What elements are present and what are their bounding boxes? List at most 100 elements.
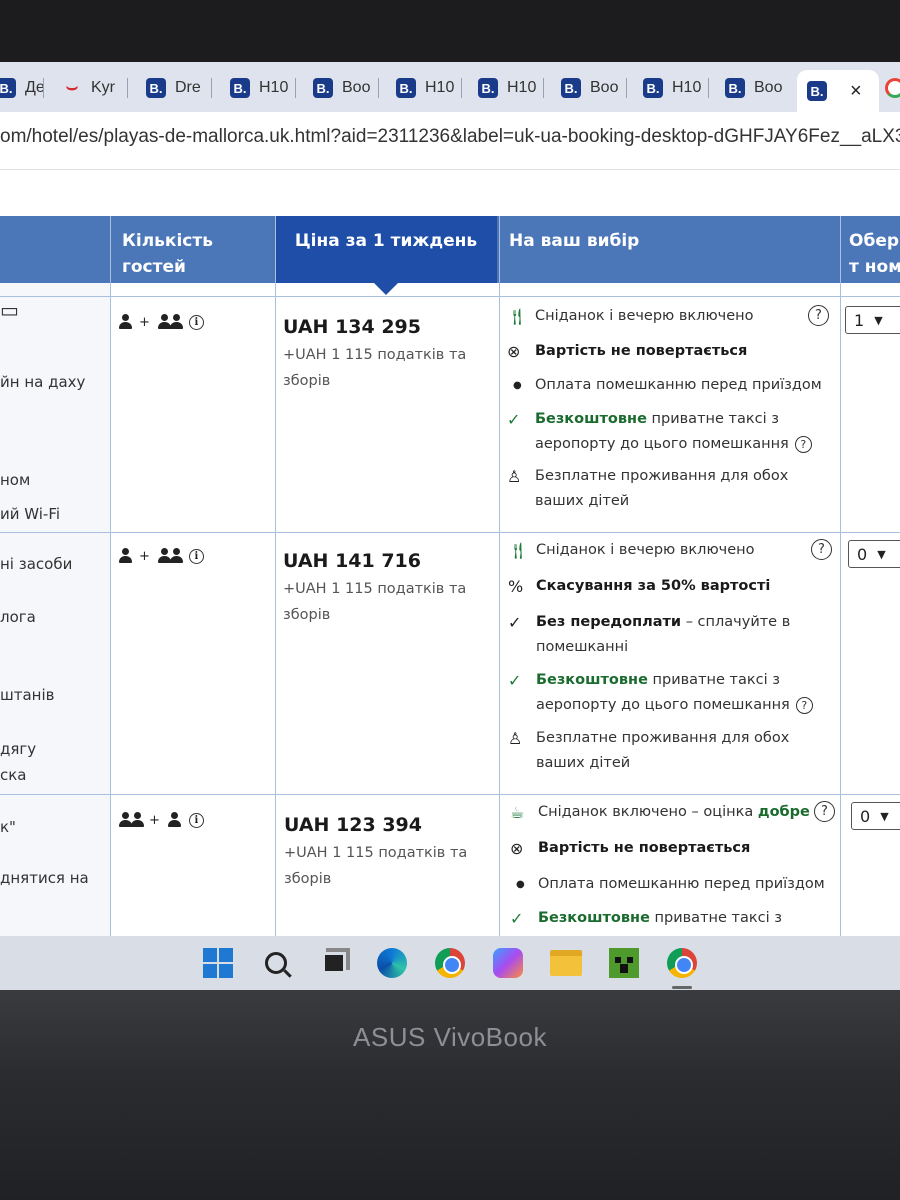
windows-taskbar <box>0 936 900 990</box>
browser-tab[interactable]: B. Boo <box>313 72 379 104</box>
chrome-profile-icon[interactable] <box>664 945 700 989</box>
room-price: UAH 134 295 <box>283 316 422 338</box>
option-refund: ⊗ Вартість не повертається <box>510 836 828 861</box>
chevron-down-icon: ▼ <box>874 313 883 327</box>
google-favicon-icon <box>885 78 900 98</box>
url-text[interactable]: om/hotel/es/playas-de-mallorca.uk.html?a… <box>0 126 900 148</box>
facility-item: к" <box>0 818 16 836</box>
laptop-brand-label: ASUS VivoBook <box>353 1022 547 1052</box>
room-count-select[interactable]: 0 ▼ <box>851 802 900 830</box>
facility-item: йн на даху <box>0 373 86 391</box>
room-count-select[interactable]: 0 ▼ <box>848 540 900 568</box>
browser-tab[interactable]: B. H10 <box>643 72 709 104</box>
edge-icon[interactable] <box>374 945 410 981</box>
option-meals: 🍴︎ Сніданок і вечерю включено <box>508 538 826 563</box>
facility-item: ска <box>0 766 27 784</box>
tab-label: H10 <box>507 79 537 96</box>
guest-capacity: + i <box>118 314 204 330</box>
tab-label: Boo <box>590 79 619 96</box>
bed-icon: ▭ <box>0 298 19 322</box>
tab-label: Dre <box>175 79 201 96</box>
browser-tab[interactable]: B. H10 <box>478 72 544 104</box>
check-icon: ✓ <box>510 909 524 928</box>
option-breakfast: ☕︎ Сніданок включено – оцінка добре <box>510 800 828 825</box>
tab-label: Дес <box>25 79 44 96</box>
browser-tab[interactable]: B. Дес <box>0 72 44 104</box>
booking-favicon-icon: B. <box>396 78 416 98</box>
bullet-icon: ● <box>513 380 522 391</box>
help-icon[interactable]: ? <box>795 696 813 714</box>
header-choice: На ваш вибір <box>509 231 640 251</box>
room-price: UAH 141 716 <box>283 550 422 572</box>
facility-item: лога <box>0 608 36 626</box>
two-adults-icon <box>118 812 144 828</box>
person-icon: ♙ <box>508 729 523 748</box>
help-icon[interactable]: ? <box>814 801 835 822</box>
browser-tab-strip: B. Дес ⌣ Kyr B. Dre B. H10 B. Boo B. H10 <box>0 62 900 112</box>
facility-item: днятися на <box>0 869 89 887</box>
option-payment: ● Оплата помешканню перед приїздом <box>507 373 825 398</box>
chrome-icon[interactable] <box>432 945 468 981</box>
tab-label: H10 <box>425 79 455 96</box>
booking-favicon-icon: B. <box>146 78 166 98</box>
guest-capacity: + i <box>118 548 204 564</box>
room-taxes: +UAH 1 115 податків та зборів <box>283 581 467 623</box>
room-count-select[interactable]: 1 ▼ <box>845 306 900 334</box>
browser-tab[interactable]: B. Boo <box>561 72 627 104</box>
adult-icon <box>118 548 132 564</box>
info-icon[interactable]: i <box>188 314 204 330</box>
task-view-icon[interactable] <box>316 945 352 981</box>
browser-tab[interactable] <box>885 72 900 104</box>
page-top-space <box>0 170 900 216</box>
help-icon[interactable]: ? <box>808 305 829 326</box>
browser-tab[interactable]: B. H10 <box>396 72 462 104</box>
room-taxes: +UAH 1 115 податків та зборів <box>283 347 467 389</box>
tui-favicon-icon: ⌣ <box>65 77 79 98</box>
two-adults-icon <box>157 314 183 330</box>
facility-item: ном <box>0 471 31 489</box>
search-icon[interactable] <box>258 945 294 981</box>
file-explorer-icon[interactable] <box>548 945 584 981</box>
copilot-icon[interactable] <box>490 945 526 981</box>
browser-tab[interactable]: B. H10 <box>230 72 296 104</box>
option-taxi: ✓ Безкоштовне приватне таксі з аеропорту… <box>507 407 825 457</box>
option-children: ♙ Безплатне проживання для обох ваших ді… <box>508 726 826 776</box>
booking-favicon-icon: B. <box>478 78 498 98</box>
facility-item: штанів <box>0 686 55 704</box>
bullet-icon: ● <box>516 879 525 890</box>
address-bar[interactable]: om/hotel/es/playas-de-mallorca.uk.html?a… <box>0 112 900 170</box>
header-price: Ціна за 1 тиждень <box>275 216 497 295</box>
windows-start-icon[interactable] <box>200 945 236 981</box>
chevron-down-icon: ▼ <box>880 809 889 823</box>
left-facilities-column: ▭ йн на даху ном ий Wi-Fi ні засоби лога… <box>0 283 110 936</box>
room-price: UAH 123 394 <box>284 814 423 836</box>
no-refund-icon: ⊗ <box>507 342 521 361</box>
browser-tab[interactable]: B. Dre <box>146 72 212 104</box>
room-taxes: +UAH 1 115 податків та зборів <box>284 845 468 887</box>
option-taxi: ✓ Безкоштовне приватне таксі з <box>510 906 828 931</box>
minecraft-icon[interactable] <box>606 945 642 981</box>
option-cancellation: % Скасування за 50% вартості <box>508 574 826 599</box>
percent-icon: % <box>508 577 524 596</box>
option-taxi: ✓ Безкоштовне приватне таксі з аеропорту… <box>508 668 826 718</box>
check-icon: ✓ <box>508 671 522 690</box>
browser-tab[interactable]: B. Boo <box>725 72 791 104</box>
booking-favicon-icon: B. <box>643 78 663 98</box>
option-children: ♙ Безплатне проживання для обох ваших ді… <box>507 464 825 514</box>
close-tab-icon[interactable]: × <box>850 80 862 103</box>
info-icon[interactable]: i <box>188 548 204 564</box>
browser-tab[interactable]: ⌣ Kyr <box>62 72 128 104</box>
check-icon: ✓ <box>507 410 521 429</box>
fork-knife-icon: 🍴︎ <box>508 541 529 560</box>
browser-tab-active[interactable]: B. × <box>797 70 879 112</box>
info-icon[interactable]: i <box>188 812 204 828</box>
help-icon[interactable]: ? <box>794 435 812 453</box>
tab-label: H10 <box>259 79 289 96</box>
fork-knife-icon: 🍴︎ <box>507 307 528 326</box>
two-adults-icon <box>157 548 183 564</box>
option-payment: ● Оплата помешканню перед приїздом <box>510 872 828 897</box>
booking-favicon-icon: B. <box>313 78 333 98</box>
booking-favicon-icon: B. <box>561 78 581 98</box>
help-icon[interactable]: ? <box>811 539 832 560</box>
option-prepayment: ✓ Без передоплати – сплачуйте в помешкан… <box>508 610 826 660</box>
